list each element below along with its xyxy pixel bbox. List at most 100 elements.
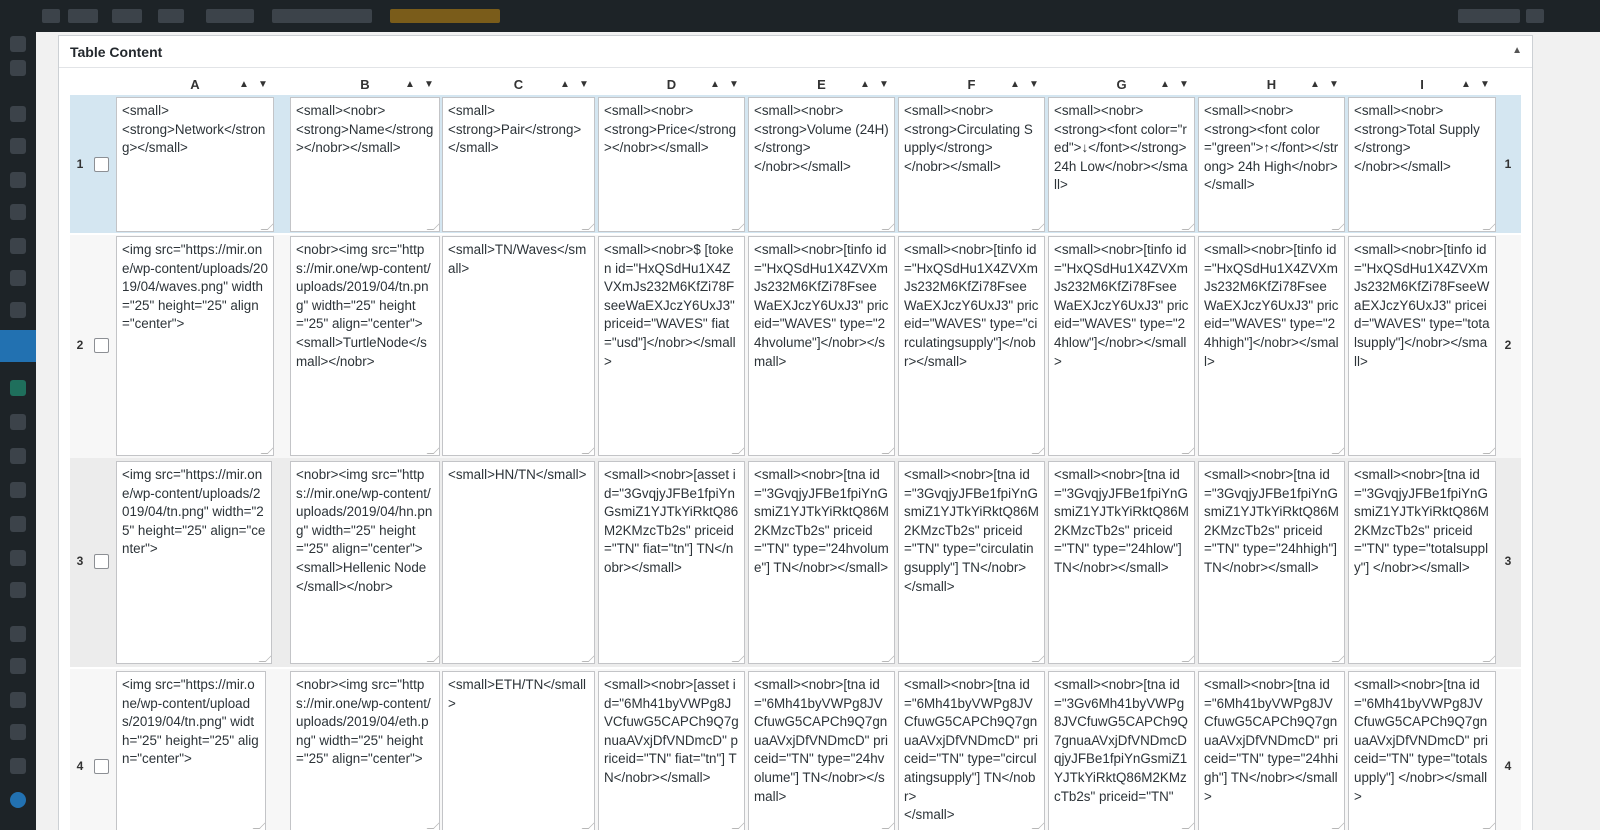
user-account-link[interactable] <box>1458 9 1520 23</box>
resize-handle-icon[interactable] <box>1181 655 1194 662</box>
cell-textarea[interactable]: <nobr><img src="https://mir.one/wp-conte… <box>290 671 440 830</box>
cell-textarea[interactable]: <small><nobr>[asset id="3GvqjyJFBe1fpiYn… <box>598 461 745 664</box>
plugins-icon[interactable] <box>10 448 26 464</box>
cell-textarea[interactable]: <small><nobr>[tna id="6Mh41byVWPg8JVCfuw… <box>1198 671 1345 830</box>
cell-textarea[interactable]: <small><nobr> <strong>Price</strong></no… <box>598 97 745 232</box>
sort-ascending-icon[interactable]: ▲ <box>710 79 720 91</box>
cell-textarea[interactable]: <small><nobr>[tna id="6Mh41byVWPg8JVCfuw… <box>1348 671 1496 830</box>
cell-textarea[interactable]: <small> <strong>Pair</strong> </small> <box>442 97 595 232</box>
analytics-icon[interactable] <box>10 380 26 396</box>
users-icon[interactable] <box>10 482 26 498</box>
resize-handle-icon[interactable] <box>1181 822 1194 829</box>
sort-ascending-icon[interactable]: ▲ <box>1310 79 1320 91</box>
plugin-menu-icon[interactable] <box>10 692 26 708</box>
comments-icon[interactable] <box>10 204 26 220</box>
cell-textarea[interactable]: <small><nobr>[tna id="6Mh41byVWPg8JVCfuw… <box>898 671 1045 830</box>
resize-handle-icon[interactable] <box>731 655 744 662</box>
tools-icon[interactable] <box>10 516 26 532</box>
cell-textarea[interactable]: <small><nobr> <strong><font color="green… <box>1198 97 1345 232</box>
row-select-checkbox[interactable] <box>94 759 109 774</box>
wordpress-logo-icon[interactable] <box>42 9 60 23</box>
resize-handle-icon[interactable] <box>881 223 894 230</box>
row-select-checkbox[interactable] <box>94 157 109 172</box>
cell-textarea[interactable]: <small>HN/TN</small> <box>442 461 595 664</box>
resize-handle-icon[interactable] <box>881 447 894 454</box>
resize-handle-icon[interactable] <box>581 223 594 230</box>
updates-icon[interactable] <box>112 9 142 23</box>
resize-handle-icon[interactable] <box>731 447 744 454</box>
resize-handle-icon[interactable] <box>1331 447 1344 454</box>
resize-handle-icon[interactable] <box>581 822 594 829</box>
resize-handle-icon[interactable] <box>426 447 439 454</box>
sort-descending-icon[interactable]: ▼ <box>1329 79 1339 91</box>
cell-textarea[interactable]: <small>ETH/TN</small> <box>442 671 595 830</box>
cell-textarea[interactable]: <small><nobr>[tna id="3GvqjyJFBe1fpiYnGs… <box>1198 461 1345 664</box>
resize-handle-icon[interactable] <box>1031 223 1044 230</box>
cell-textarea[interactable]: <nobr><img src="https://mir.one/wp-conte… <box>290 236 440 456</box>
appearance-icon[interactable] <box>10 414 26 430</box>
cell-textarea[interactable]: <nobr><img src="https://mir.one/wp-conte… <box>290 461 440 664</box>
cell-textarea[interactable]: <small><nobr> <strong><font color="red">… <box>1048 97 1195 232</box>
sort-descending-icon[interactable]: ▼ <box>579 79 589 91</box>
cell-textarea[interactable]: <small><nobr> <strong>Volume (24H)</stro… <box>748 97 895 232</box>
woocommerce-icon[interactable] <box>10 270 26 286</box>
cell-textarea[interactable]: <small><nobr>[tinfo id="HxQSdHu1X4ZVXmJs… <box>898 236 1045 456</box>
media-icon[interactable] <box>10 138 26 154</box>
resize-handle-icon[interactable] <box>731 822 744 829</box>
cell-textarea[interactable]: <img src="https://mir.one/wp-content/upl… <box>116 236 274 456</box>
sort-descending-icon[interactable]: ▼ <box>1179 79 1189 91</box>
resize-handle-icon[interactable] <box>1181 447 1194 454</box>
posts-icon[interactable] <box>10 106 26 122</box>
cell-textarea[interactable]: <small><nobr>[tinfo id="HxQSdHu1X4ZVXmJs… <box>1198 236 1345 456</box>
site-name-link[interactable] <box>68 9 98 23</box>
cell-textarea[interactable]: <small> <strong>Network</strong></small> <box>116 97 274 232</box>
resize-handle-icon[interactable] <box>1331 223 1344 230</box>
collapse-toggle-icon[interactable]: ▲ <box>1512 45 1522 56</box>
cell-textarea[interactable]: <small><nobr>[tna id="6Mh41byVWPg8JVCfuw… <box>748 671 895 830</box>
cell-textarea[interactable]: <small><nobr>[tinfo id="HxQSdHu1X4ZVXmJs… <box>1348 236 1496 456</box>
resize-handle-icon[interactable] <box>1181 223 1194 230</box>
sort-ascending-icon[interactable]: ▲ <box>239 79 249 91</box>
resize-handle-icon[interactable] <box>1031 822 1044 829</box>
sort-descending-icon[interactable]: ▼ <box>258 79 268 91</box>
cell-textarea[interactable]: <small>TN/Waves</small> <box>442 236 595 456</box>
cell-textarea[interactable]: <small><nobr>[tna id="3GvqjyJFBe1fpiYnGs… <box>748 461 895 664</box>
seo-icon[interactable] <box>10 582 26 598</box>
cell-textarea[interactable]: <small><nobr>[asset id="6Mh41byVWPg8JVCf… <box>598 671 745 830</box>
sort-descending-icon[interactable]: ▼ <box>1029 79 1039 91</box>
sort-ascending-icon[interactable]: ▲ <box>860 79 870 91</box>
plugin-menu-icon[interactable] <box>10 724 26 740</box>
cell-textarea[interactable]: <small><nobr> <strong>Total Supply</stro… <box>1348 97 1496 232</box>
toolbar-link[interactable] <box>272 9 372 23</box>
resize-handle-icon[interactable] <box>881 822 894 829</box>
plugin-menu-icon[interactable] <box>10 626 26 642</box>
cell-textarea[interactable]: <small><nobr>$ [token id="HxQSdHu1X4ZVXm… <box>598 236 745 456</box>
new-content-link[interactable] <box>206 9 254 23</box>
resize-handle-icon[interactable] <box>260 447 273 454</box>
pages-icon[interactable] <box>10 172 26 188</box>
panel-header[interactable]: Table Content ▲ <box>59 36 1532 68</box>
resize-handle-icon[interactable] <box>260 223 273 230</box>
cell-textarea[interactable]: <small><nobr>[tna id="3Gv6Mh41byVWPg8JVC… <box>1048 671 1195 830</box>
cell-textarea[interactable]: <small><nobr> <strong>Name</strong></nob… <box>290 97 440 232</box>
resize-handle-icon[interactable] <box>426 655 439 662</box>
resize-handle-icon[interactable] <box>258 655 271 662</box>
cell-textarea[interactable]: <small><nobr> <strong>Circulating Supply… <box>898 97 1045 232</box>
cell-textarea[interactable]: <img src="https://mir.one/wp-content/upl… <box>116 671 266 830</box>
cell-textarea[interactable]: <small><nobr>[tna id="3GvqjyJFBe1fpiYnGs… <box>1048 461 1195 664</box>
resize-handle-icon[interactable] <box>581 447 594 454</box>
sort-ascending-icon[interactable]: ▲ <box>405 79 415 91</box>
sort-ascending-icon[interactable]: ▲ <box>1010 79 1020 91</box>
products-icon[interactable] <box>10 302 26 318</box>
resize-handle-icon[interactable] <box>1482 447 1495 454</box>
collapse-menu-icon[interactable] <box>10 792 26 808</box>
cell-textarea[interactable]: <small><nobr>[tna id="3GvqjyJFBe1fpiYnGs… <box>898 461 1045 664</box>
cell-textarea[interactable]: <small><nobr>[tna id="3GvqjyJFBe1fpiYnGs… <box>1348 461 1496 664</box>
plugin-menu-icon[interactable] <box>10 758 26 774</box>
row-select-checkbox[interactable] <box>94 554 109 569</box>
plugin-menu-icon[interactable] <box>10 658 26 674</box>
comments-icon[interactable] <box>158 9 184 23</box>
sort-descending-icon[interactable]: ▼ <box>424 79 434 91</box>
avatar[interactable] <box>1526 9 1544 23</box>
resize-handle-icon[interactable] <box>1331 822 1344 829</box>
